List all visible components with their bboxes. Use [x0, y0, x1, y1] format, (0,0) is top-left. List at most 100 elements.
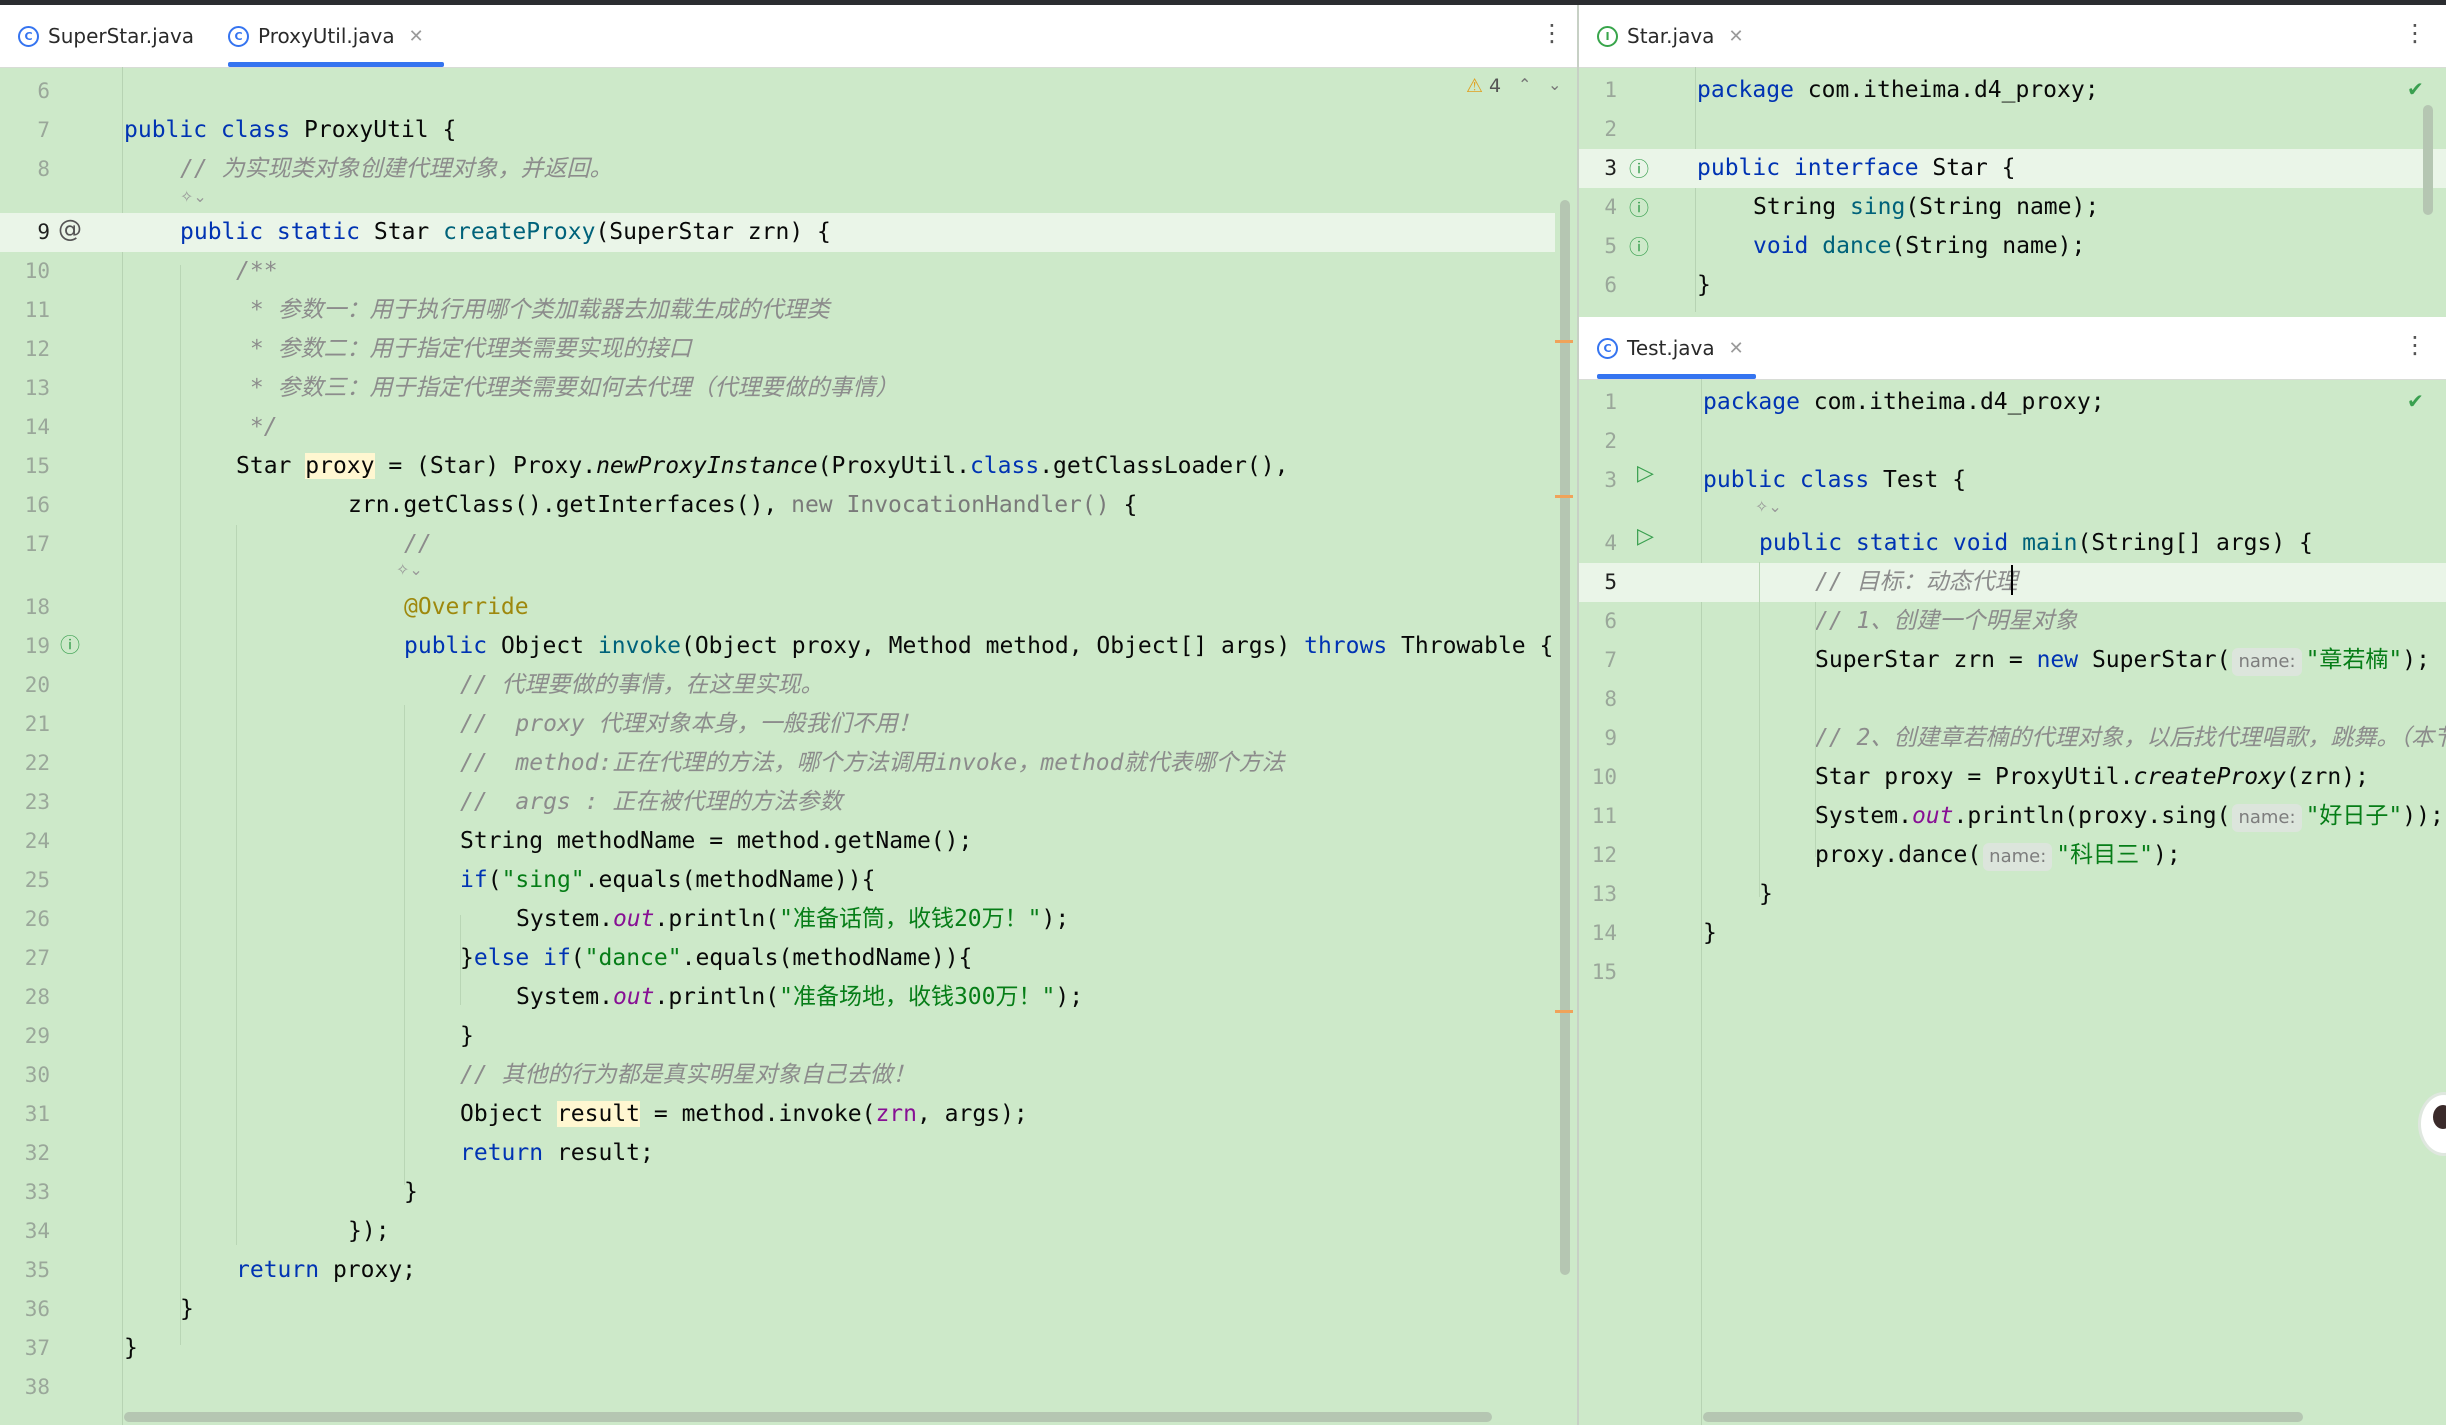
previous-highlight-icon[interactable]: ⌃	[1518, 75, 1531, 94]
code-line[interactable]: // method:正在代理的方法，哪个方法调用invoke，method就代表…	[460, 744, 1285, 783]
code-line[interactable]: }	[404, 1173, 418, 1212]
code-line[interactable]: String methodName = method.getName();	[460, 822, 972, 861]
code-line[interactable]: }else if("dance".equals(methodName)){	[460, 939, 972, 978]
line-number[interactable]: 12	[0, 330, 50, 369]
line-number[interactable]: 34	[0, 1212, 50, 1251]
line-number[interactable]: 2	[1579, 422, 1617, 461]
code-line[interactable]: }	[124, 1329, 138, 1368]
code-line[interactable]: @Override	[404, 588, 529, 627]
code-line[interactable]: public class Test {	[1703, 461, 1966, 500]
line-number[interactable]: 15	[0, 447, 50, 486]
code-line[interactable]: proxy.dance(name: "科目三");	[1815, 836, 2181, 875]
editor-pane-test[interactable]: C Test.java ✕ ⋮ 1 package com.itheima.d4_…	[1579, 317, 2446, 1425]
code-line[interactable]: return result;	[460, 1134, 654, 1173]
tab-star-java[interactable]: I Star.java ✕	[1597, 5, 1744, 67]
no-problems-check-icon[interactable]: ✔	[2407, 389, 2424, 413]
code-line[interactable]: // 为实现类对象创建代理对象，并返回。	[180, 150, 613, 189]
code-line[interactable]: if("sing".equals(methodName)){	[460, 861, 875, 900]
line-number[interactable]: 10	[1579, 758, 1617, 797]
ai-assist-icon[interactable]: ✧⌄	[180, 187, 207, 206]
line-number[interactable]: 35	[0, 1251, 50, 1290]
vertical-scrollbar[interactable]	[1560, 200, 1570, 1275]
code-line[interactable]: * 参数一：用于执行用哪个类加载器去加载生成的代理类	[236, 291, 830, 330]
code-line[interactable]: }	[1759, 875, 1773, 914]
vertical-scrollbar[interactable]	[2423, 105, 2433, 215]
code-line[interactable]: // proxy 代理对象本身，一般我们不用！	[460, 705, 920, 744]
warning-icon[interactable]: ⚠	[1466, 75, 1483, 97]
run-icon[interactable]: ▷	[1637, 461, 1654, 486]
code-line[interactable]: //	[404, 525, 432, 564]
warning-stripe-marker[interactable]	[1555, 495, 1573, 498]
code-line[interactable]: Object result = method.invoke(zrn, args)…	[460, 1095, 1028, 1134]
editor-pane-star[interactable]: I Star.java ✕ ⋮ 1 package com.itheima.d4_…	[1579, 5, 2446, 312]
line-number[interactable]: 31	[0, 1095, 50, 1134]
code-line[interactable]: package com.itheima.d4_proxy;	[1697, 71, 2099, 110]
code-line[interactable]: public Object invoke(Object proxy, Metho…	[404, 627, 1553, 666]
line-number[interactable]: 26	[0, 900, 50, 939]
line-number[interactable]: 37	[0, 1329, 50, 1368]
close-tab-icon[interactable]: ✕	[1729, 338, 1744, 359]
line-number[interactable]: 3	[1579, 461, 1617, 500]
line-number[interactable]: 5	[1579, 227, 1617, 266]
code-line[interactable]: System.out.println(proxy.sing(name: "好日子"…	[1815, 797, 2444, 836]
code-line[interactable]: // 代理要做的事情，在这里实现。	[460, 666, 824, 705]
line-number[interactable]: 4	[1579, 188, 1617, 227]
line-number[interactable]: 33	[0, 1173, 50, 1212]
line-number[interactable]: 19	[0, 627, 50, 666]
line-number[interactable]: 4	[1579, 524, 1617, 563]
line-number[interactable]: 32	[0, 1134, 50, 1173]
tab-superstar-java[interactable]: C SuperStar.java	[18, 5, 194, 67]
implements-method-icon[interactable]: ⓘ	[60, 629, 80, 658]
line-number[interactable]: 14	[1579, 914, 1617, 953]
line-number[interactable]: 7	[0, 111, 50, 150]
line-number[interactable]: 8	[0, 150, 50, 189]
code-line[interactable]: public static void main(String[] args) {	[1759, 524, 2313, 563]
horizontal-scrollbar[interactable]	[1703, 1412, 2303, 1422]
line-number[interactable]: 10	[0, 252, 50, 291]
next-highlight-icon[interactable]: ⌄	[1548, 75, 1561, 94]
line-number[interactable]: 11	[0, 291, 50, 330]
editor-pane-proxyutil[interactable]: C SuperStar.java C ProxyUtil.java ✕ ⋮ ⚠ …	[0, 5, 1577, 1425]
code-line[interactable]: /**	[236, 252, 278, 291]
more-options-icon[interactable]: ⋮	[2403, 331, 2427, 359]
override-marker-icon[interactable]: @	[58, 215, 82, 243]
code-line[interactable]: Star proxy = ProxyUtil.createProxy(zrn);	[1815, 758, 2369, 797]
line-number[interactable]: 6	[0, 72, 50, 111]
line-number[interactable]: 1	[1579, 71, 1617, 110]
line-number[interactable]: 17	[0, 525, 50, 564]
code-line[interactable]: });	[348, 1212, 390, 1251]
warning-stripe-marker[interactable]	[1555, 340, 1573, 343]
line-number[interactable]: 24	[0, 822, 50, 861]
implemented-icon[interactable]: ⓘ	[1629, 231, 1649, 260]
code-line[interactable]: package com.itheima.d4_proxy;	[1703, 383, 2105, 422]
horizontal-scrollbar[interactable]	[124, 1412, 1492, 1422]
line-number[interactable]: 30	[0, 1056, 50, 1095]
line-number[interactable]: 9	[1579, 719, 1617, 758]
line-number[interactable]: 36	[0, 1290, 50, 1329]
code-line[interactable]: public class ProxyUtil {	[124, 111, 456, 150]
line-number[interactable]: 20	[0, 666, 50, 705]
line-number[interactable]: 23	[0, 783, 50, 822]
line-number[interactable]: 22	[0, 744, 50, 783]
code-line[interactable]: return proxy;	[236, 1251, 416, 1290]
line-number[interactable]: 29	[0, 1017, 50, 1056]
line-number[interactable]: 15	[1579, 953, 1617, 992]
line-number[interactable]: 13	[0, 369, 50, 408]
code-line[interactable]: zrn.getClass().getInterfaces(), new Invo…	[348, 486, 1137, 525]
code-line[interactable]: // 其他的行为都是真实明星对象自己去做！	[460, 1056, 916, 1095]
line-number[interactable]: 6	[1579, 602, 1617, 641]
line-number[interactable]: 28	[0, 978, 50, 1017]
code-line[interactable]: * 参数二：用于指定代理类需要实现的接口	[236, 330, 692, 369]
line-number[interactable]: 16	[0, 486, 50, 525]
line-number[interactable]: 11	[1579, 797, 1617, 836]
run-icon[interactable]: ▷	[1637, 524, 1654, 549]
line-number[interactable]: 14	[0, 408, 50, 447]
code-line[interactable]: // 2、创建章若楠的代理对象，以后找代理唱歌，跳舞。（本节	[1815, 719, 2446, 758]
more-options-icon[interactable]: ⋮	[1540, 19, 1564, 47]
implemented-icon[interactable]: ⓘ	[1629, 153, 1649, 182]
line-number[interactable]: 38	[0, 1368, 50, 1407]
ai-assist-icon[interactable]: ✧⌄	[396, 560, 423, 579]
code-line[interactable]: }	[1703, 914, 1717, 953]
line-number[interactable]: 12	[1579, 836, 1617, 875]
code-line[interactable]: Star proxy = (Star) Proxy.newProxyInstan…	[236, 447, 1288, 486]
